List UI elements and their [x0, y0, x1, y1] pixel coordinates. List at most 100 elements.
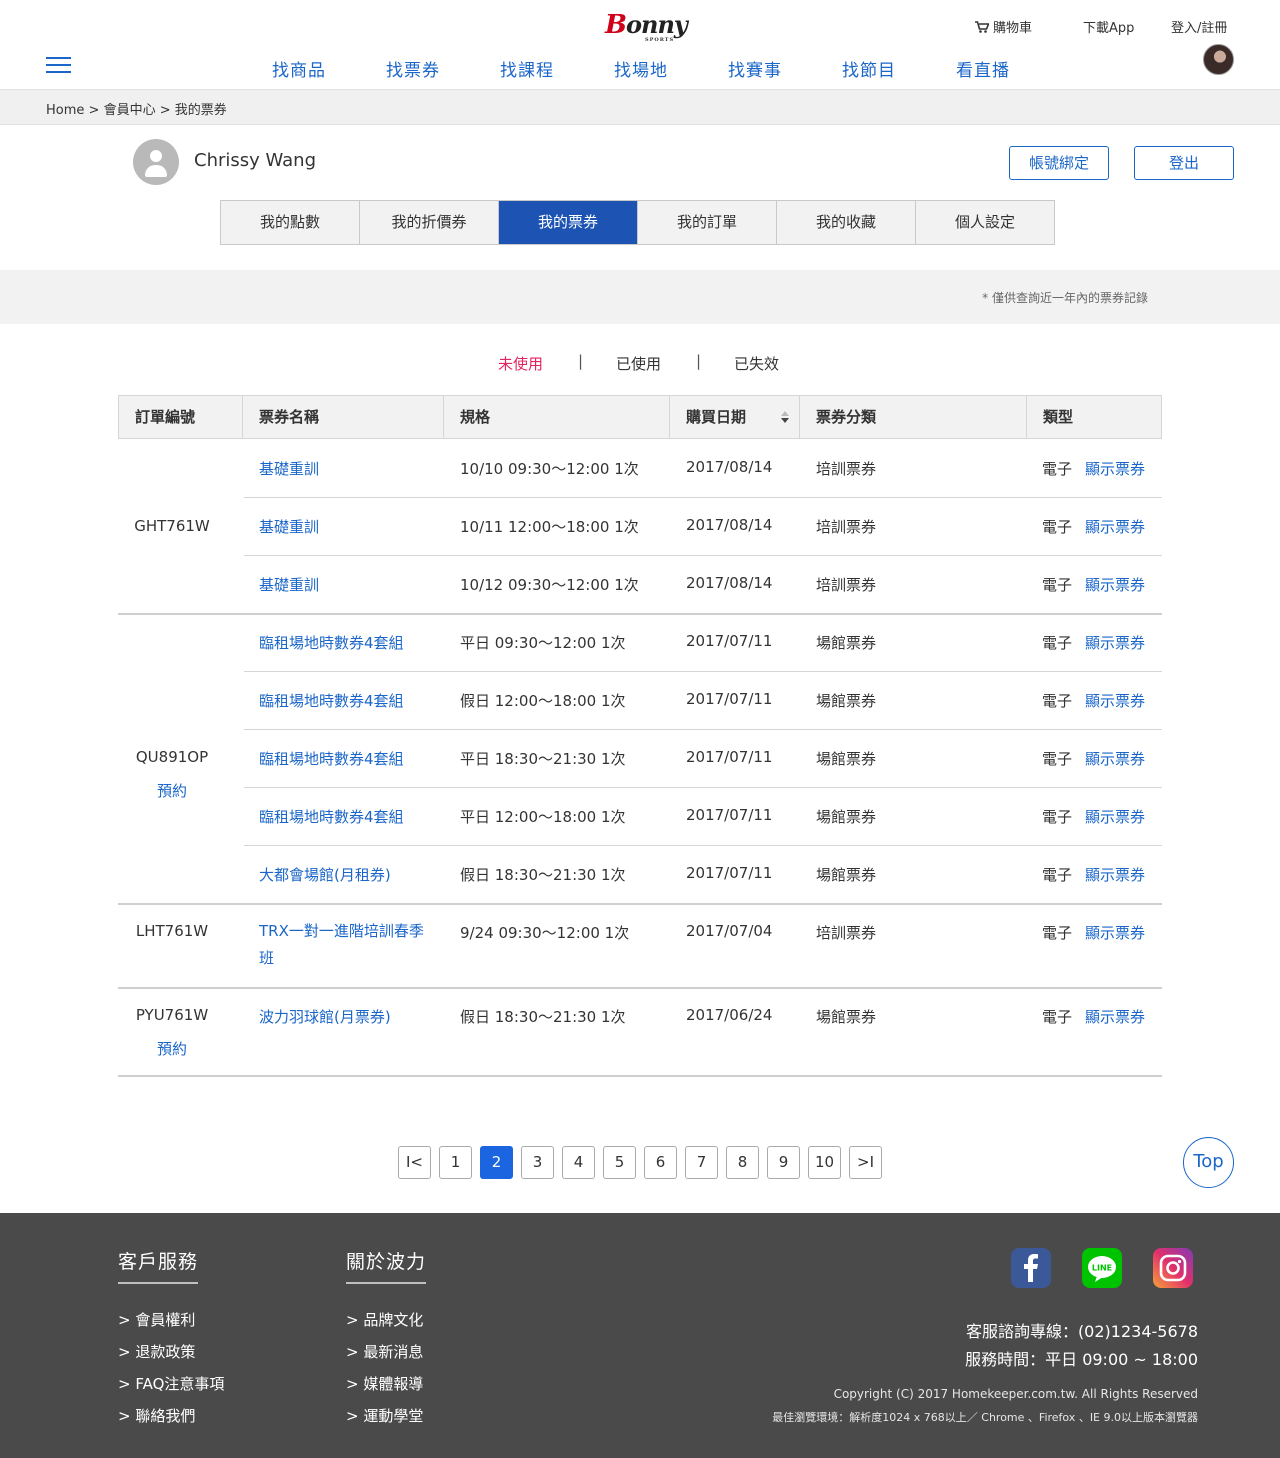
breadcrumb-home[interactable]: Home: [46, 103, 84, 118]
th-purchase-date[interactable]: 購買日期: [670, 396, 800, 438]
row-divider: [244, 555, 1162, 556]
cell-name[interactable]: 基礎重訓: [259, 458, 319, 479]
tab-settings[interactable]: 個人設定: [916, 201, 1054, 244]
th-order-id: 訂單編號: [119, 396, 243, 438]
profile-avatar-icon: [133, 139, 179, 185]
cell-name[interactable]: 臨租場地時數券4套組: [259, 632, 404, 653]
nav-products[interactable]: 找商品: [272, 56, 326, 81]
cell-action[interactable]: 顯示票券: [1085, 632, 1145, 653]
reserve-link[interactable]: 預約: [110, 1038, 234, 1059]
cart-link[interactable]: 購物車: [975, 17, 1032, 36]
site-logo[interactable]: Bonny SPORTS: [605, 10, 688, 43]
cell-name[interactable]: 臨租場地時數券4套組: [259, 690, 404, 711]
filter-used[interactable]: 已使用: [616, 353, 661, 374]
footer-copyright: Copyright (C) 2017 Homekeeper.com.tw. Al…: [833, 1387, 1198, 1401]
cell-spec: 平日 18:30～21:30 1次: [460, 750, 626, 768]
tab-coupons[interactable]: 我的折價券: [360, 201, 499, 244]
facebook-icon[interactable]: [1011, 1248, 1051, 1288]
page-9-button[interactable]: 9: [767, 1146, 800, 1179]
nav-shows[interactable]: 找節目: [842, 56, 896, 81]
footer-link-academy[interactable]: > 運動學堂: [346, 1405, 423, 1426]
page-first-button[interactable]: I<: [398, 1146, 431, 1179]
sort-icon[interactable]: [781, 411, 789, 423]
row-divider: [118, 987, 1162, 989]
account-bind-button[interactable]: 帳號綁定: [1009, 146, 1109, 180]
footer-browser-note: 最佳瀏覽環境：解析度1024 x 768以上／ Chrome 、Firefox …: [772, 1411, 1198, 1424]
page-6-button[interactable]: 6: [644, 1146, 677, 1179]
footer-link-refund[interactable]: > 退款政策: [118, 1341, 195, 1362]
cell-action[interactable]: 顯示票券: [1085, 806, 1145, 827]
cell-category: 培訓票券: [816, 576, 877, 594]
footer-link-member-rights[interactable]: > 會員權利: [118, 1309, 195, 1330]
tab-tickets[interactable]: 我的票券: [499, 201, 638, 244]
tab-orders[interactable]: 我的訂單: [638, 201, 777, 244]
cell-action[interactable]: 顯示票券: [1085, 1006, 1145, 1027]
page-1-button[interactable]: 1: [439, 1146, 472, 1179]
download-app-link[interactable]: 下載App: [1083, 17, 1134, 36]
profile-name: Chrissy Wang: [194, 150, 317, 171]
filter-expired[interactable]: 已失效: [734, 353, 779, 374]
cell-type: 電子: [1042, 808, 1073, 826]
cell-action[interactable]: 顯示票券: [1085, 516, 1145, 537]
cell-name[interactable]: 波力羽球館(月票券): [259, 1006, 391, 1027]
page-3-button[interactable]: 3: [521, 1146, 554, 1179]
cell-name[interactable]: 大都會場館(月租券): [259, 864, 391, 885]
cell-category: 培訓票券: [816, 518, 877, 536]
cell-name[interactable]: 臨租場地時數券4套組: [259, 806, 404, 827]
reserve-link[interactable]: 預約: [110, 780, 234, 801]
nav-tickets[interactable]: 找票券: [386, 56, 440, 81]
filter-unused[interactable]: 未使用: [498, 353, 543, 374]
row-divider: [244, 671, 1162, 672]
cell-date: 2017/08/14: [686, 574, 773, 592]
back-to-top-button[interactable]: Top: [1183, 1137, 1234, 1188]
cell-name[interactable]: 臨租場地時數券4套組: [259, 748, 404, 769]
page-last-button[interactable]: >I: [849, 1146, 882, 1179]
cell-name[interactable]: 基礎重訓: [259, 574, 319, 595]
footer-service-title: 客戶服務: [118, 1247, 199, 1284]
cell-name[interactable]: TRX一對一進階培訓春季班: [259, 918, 429, 972]
footer-link-faq[interactable]: > FAQ注意事項: [118, 1373, 224, 1394]
user-avatar[interactable]: [1203, 44, 1234, 75]
cell-spec: 假日 18:30～21:30 1次: [460, 866, 626, 884]
nav-venues[interactable]: 找場地: [614, 56, 668, 81]
cell-action[interactable]: 顯示票券: [1085, 922, 1145, 943]
nav-courses[interactable]: 找課程: [500, 56, 554, 81]
page-7-button[interactable]: 7: [685, 1146, 718, 1179]
cell-action[interactable]: 顯示票券: [1085, 748, 1145, 769]
row-divider: [244, 497, 1162, 498]
nav-events[interactable]: 找賽事: [728, 56, 782, 81]
breadcrumb-member-center[interactable]: 會員中心: [104, 103, 156, 118]
cell-action[interactable]: 顯示票券: [1085, 458, 1145, 479]
row-divider: [244, 845, 1162, 846]
order-id: GHT761W: [134, 517, 210, 535]
footer-link-news[interactable]: > 最新消息: [346, 1341, 423, 1362]
nav-live[interactable]: 看直播: [956, 56, 1010, 81]
cell-spec: 10/11 12:00～18:00 1次: [460, 518, 639, 536]
cell-action[interactable]: 顯示票券: [1085, 864, 1145, 885]
logout-button[interactable]: 登出: [1134, 146, 1234, 180]
line-icon[interactable]: LINE: [1082, 1248, 1122, 1288]
footer-link-media[interactable]: > 媒體報導: [346, 1373, 423, 1394]
cell-type: 電子: [1042, 866, 1073, 884]
site-footer: 客戶服務 > 會員權利 > 退款政策 > FAQ注意事項 > 聯絡我們 關於波力…: [0, 1213, 1280, 1458]
login-register-link[interactable]: 登入/註冊: [1171, 17, 1227, 36]
cell-name[interactable]: 基礎重訓: [259, 516, 319, 537]
tab-favorites[interactable]: 我的收藏: [777, 201, 916, 244]
tab-points[interactable]: 我的點數: [221, 201, 360, 244]
page-4-button[interactable]: 4: [562, 1146, 595, 1179]
footer-link-brand[interactable]: > 品牌文化: [346, 1309, 423, 1330]
menu-icon[interactable]: [46, 55, 71, 75]
page-8-button[interactable]: 8: [726, 1146, 759, 1179]
cell-category: 場館票券: [816, 1008, 877, 1026]
page-10-button[interactable]: 10: [808, 1146, 841, 1179]
cell-category: 培訓票券: [816, 924, 877, 942]
page-5-button[interactable]: 5: [603, 1146, 636, 1179]
instagram-icon[interactable]: [1153, 1248, 1193, 1288]
cell-action[interactable]: 顯示票券: [1085, 574, 1145, 595]
cell-category: 場館票券: [816, 750, 877, 768]
note-bar: * 僅供查詢近一年內的票券記錄: [0, 270, 1280, 324]
th-purchase-date-label: 購買日期: [686, 408, 747, 426]
cell-action[interactable]: 顯示票券: [1085, 690, 1145, 711]
page-2-button[interactable]: 2: [480, 1146, 513, 1179]
footer-link-contact[interactable]: > 聯絡我們: [118, 1405, 195, 1426]
